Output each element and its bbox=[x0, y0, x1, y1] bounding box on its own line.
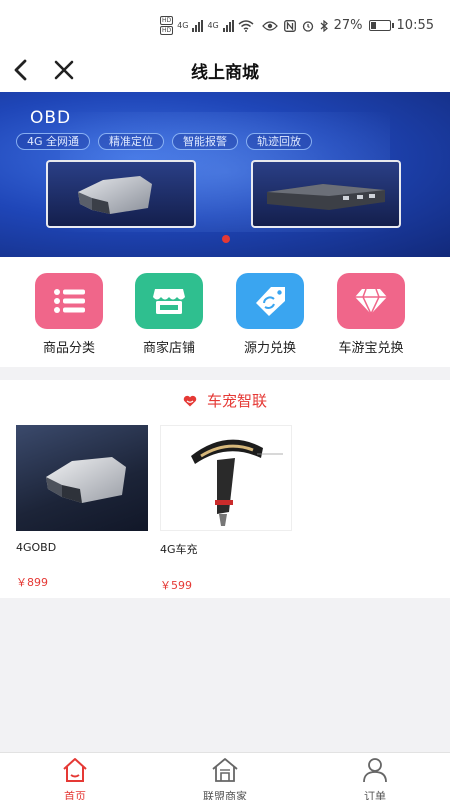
battery-level bbox=[370, 22, 376, 29]
product-image bbox=[16, 425, 148, 531]
clock: 10:55 bbox=[396, 18, 434, 33]
signal-icon bbox=[222, 19, 234, 32]
dashcam-device-image bbox=[251, 160, 401, 228]
diamond-icon bbox=[337, 273, 405, 329]
bluetooth-icon bbox=[320, 19, 328, 32]
tab-label: 联盟商家 bbox=[203, 790, 247, 800]
battery-percent: 27% bbox=[333, 18, 363, 33]
product-section: 车宠智联 4GOBD ￥899 4G车充 ￥599 bbox=[0, 380, 450, 598]
network-type: 4G bbox=[177, 21, 189, 30]
product-price: ￥899 bbox=[16, 576, 48, 589]
hd-badge: HD bbox=[160, 26, 174, 35]
page-title: 线上商城 bbox=[191, 63, 259, 83]
tab-label: 首页 bbox=[64, 790, 86, 800]
menu-label: 商家店铺 bbox=[142, 341, 195, 356]
store-icon bbox=[135, 273, 203, 329]
nfc-icon bbox=[283, 19, 296, 32]
list-icon bbox=[35, 273, 103, 329]
product-price: ￥599 bbox=[160, 579, 192, 592]
banner-title: OBD bbox=[30, 108, 72, 128]
signal-icon bbox=[192, 19, 204, 32]
exchange-tag-icon bbox=[236, 273, 304, 329]
menu-label: 源力兑换 bbox=[243, 341, 296, 356]
network-indicators: HD HD 4G 4G bbox=[160, 16, 254, 35]
battery-icon bbox=[368, 20, 394, 31]
menu-label: 商品分类 bbox=[42, 341, 95, 356]
feature-tags: 4G 全网通 精准定位 智能报警 轨迹回放 bbox=[16, 133, 313, 150]
product-image bbox=[160, 425, 292, 531]
tab-partner-stores[interactable]: 联盟商家 bbox=[180, 757, 270, 800]
home-icon bbox=[63, 758, 87, 782]
feature-tag: 精准定位 bbox=[98, 133, 165, 150]
top-nav-bar: 线上商城 bbox=[0, 50, 450, 92]
menu-label: 车游宝兑换 bbox=[338, 341, 404, 356]
status-bar: HD HD 4G 4G 27% 10:55 bbox=[0, 0, 450, 50]
menu-item-redeem[interactable]: 车游宝兑换 bbox=[323, 273, 419, 356]
tab-label: 订单 bbox=[364, 790, 386, 800]
tab-orders[interactable]: 订单 bbox=[330, 757, 420, 800]
wifi-icon bbox=[238, 19, 254, 32]
product-card[interactable]: 4GOBD ￥899 bbox=[16, 425, 148, 590]
network-type: 4G bbox=[207, 21, 219, 30]
bottom-tab-bar: 首页 联盟商家 订单 bbox=[0, 752, 450, 800]
obd-device-image bbox=[46, 160, 196, 228]
product-name: 4G车充 bbox=[160, 543, 198, 556]
quick-menu: 商品分类 商家店铺 源力兑换 车游宝兑换 bbox=[0, 257, 450, 367]
tab-home[interactable]: 首页 bbox=[30, 757, 120, 800]
alarm-icon bbox=[302, 20, 313, 32]
menu-item-store[interactable]: 商家店铺 bbox=[121, 273, 217, 356]
hd-badge: HD bbox=[160, 16, 174, 25]
heart-icon bbox=[183, 395, 197, 407]
section-header: 车宠智联 bbox=[0, 390, 450, 411]
section-title: 车宠智联 bbox=[206, 392, 267, 410]
product-card[interactable]: 4G车充 ￥599 bbox=[160, 425, 292, 593]
carousel-indicator-dot bbox=[222, 235, 230, 243]
feature-tag: 4G 全网通 bbox=[16, 133, 91, 150]
user-icon bbox=[363, 758, 387, 783]
app-screen: HD HD 4G 4G 27% 10:55 线上商城 OBD 4G 全网通 精准… bbox=[0, 0, 450, 800]
menu-item-exchange[interactable]: 源力兑换 bbox=[222, 273, 318, 356]
feature-tag: 轨迹回放 bbox=[246, 133, 313, 150]
product-name: 4GOBD bbox=[16, 541, 57, 554]
menu-item-category[interactable]: 商品分类 bbox=[21, 273, 117, 356]
eye-icon bbox=[261, 20, 278, 31]
system-indicators: 27% 10:55 bbox=[261, 18, 434, 33]
promo-banner[interactable]: OBD 4G 全网通 精准定位 智能报警 轨迹回放 bbox=[0, 92, 450, 257]
hd-badges: HD HD bbox=[160, 16, 174, 35]
feature-tag: 智能报警 bbox=[172, 133, 239, 150]
store-house-icon bbox=[212, 758, 238, 782]
